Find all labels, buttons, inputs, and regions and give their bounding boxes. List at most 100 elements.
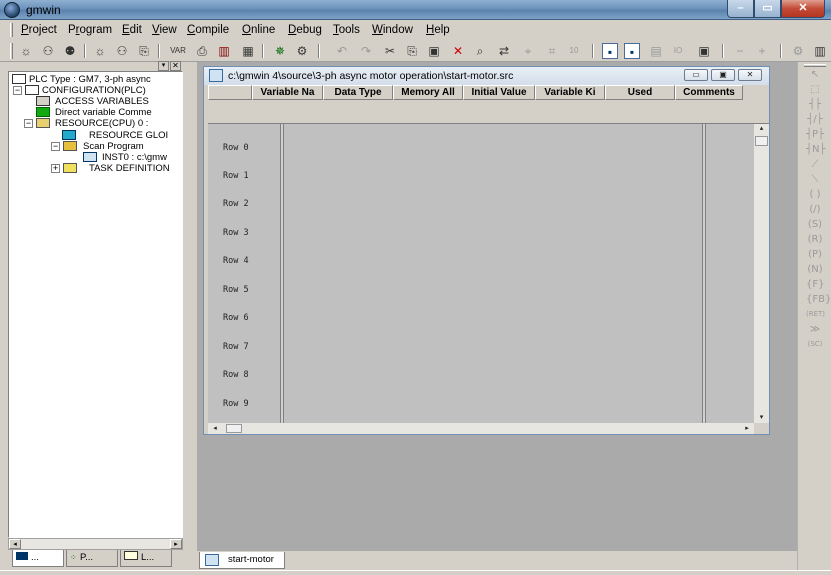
collapse-icon[interactable]: − bbox=[24, 119, 33, 128]
n-coil-icon[interactable]: (N) bbox=[806, 263, 824, 276]
zoom-in-icon[interactable]: + bbox=[754, 43, 770, 59]
open-project-icon[interactable]: ⚇ bbox=[40, 43, 56, 59]
tab-library[interactable]: L... bbox=[120, 550, 172, 567]
coil-icon[interactable]: ( ) bbox=[806, 188, 824, 201]
menu-window[interactable]: Window bbox=[372, 24, 413, 36]
delete-icon[interactable]: ✕ bbox=[450, 43, 466, 59]
tree-item-resource-global[interactable]: RESOURCE GLOI bbox=[89, 130, 168, 141]
dotted-box-icon[interactable]: ⬚ bbox=[806, 83, 824, 96]
menu-edit[interactable]: Edit bbox=[122, 24, 142, 36]
select-arrow-icon[interactable]: ↖ bbox=[806, 68, 824, 81]
editor-vertical-scrollbar[interactable]: ▴ ▾ bbox=[754, 124, 769, 423]
vertical-line-icon[interactable]: ⟍ bbox=[806, 173, 824, 186]
tree-item-direct-variable[interactable]: Direct variable Comme bbox=[55, 107, 152, 118]
tree-item-configuration[interactable]: CONFIGURATION(PLC) bbox=[42, 85, 146, 96]
editor-horizontal-scrollbar[interactable]: ◂ ▸ bbox=[208, 423, 754, 434]
menu-compile[interactable]: Compile bbox=[187, 24, 229, 36]
scroll-left-icon[interactable]: ◂ bbox=[9, 539, 21, 549]
scroll-left-icon[interactable]: ◂ bbox=[210, 423, 220, 434]
zoom-out-icon[interactable]: − bbox=[732, 43, 748, 59]
close-button[interactable]: ✕ bbox=[781, 0, 825, 18]
column-data-type[interactable]: Data Type bbox=[323, 85, 393, 100]
column-comments[interactable]: Comments bbox=[675, 85, 743, 100]
row-label[interactable]: Row 4 bbox=[223, 256, 249, 266]
undo-icon[interactable]: ↶ bbox=[334, 43, 350, 59]
tree-item-resource[interactable]: RESOURCE(CPU) 0 : bbox=[55, 118, 148, 129]
build-icon[interactable]: ⚙ bbox=[294, 43, 310, 59]
tab-parameter[interactable]: ⁘ P... bbox=[66, 550, 118, 567]
row-label[interactable]: Row 9 bbox=[223, 399, 249, 409]
scroll-right-icon[interactable]: ▸ bbox=[742, 423, 752, 434]
insert-row-icon[interactable]: ⌗ bbox=[544, 43, 560, 59]
goto-icon[interactable]: ⌖ bbox=[520, 43, 536, 59]
panel-dropdown-button[interactable]: ▾ bbox=[158, 61, 169, 71]
settings-icon[interactable]: ⚙ bbox=[790, 43, 806, 59]
tree-item-scan-program[interactable]: Scan Program bbox=[83, 141, 144, 152]
message-window-icon[interactable]: ▪ bbox=[624, 43, 640, 59]
editor-restore-button[interactable]: ▣ bbox=[711, 69, 735, 81]
tab-start-motor[interactable]: start-motor bbox=[199, 552, 285, 569]
function-block-icon[interactable]: {FB} bbox=[806, 293, 831, 306]
toolbar-grip[interactable] bbox=[804, 64, 826, 67]
no-contact-icon[interactable]: ┤├ bbox=[806, 98, 824, 111]
renumber-icon[interactable]: 10 bbox=[566, 43, 582, 59]
tree-item-inst0[interactable]: INST0 : c:\gmw bbox=[102, 152, 167, 163]
print-icon[interactable]: ⎙ bbox=[194, 43, 210, 59]
menu-program[interactable]: Program bbox=[68, 24, 112, 36]
replace-icon[interactable]: ⇄ bbox=[496, 43, 512, 59]
variable-icon[interactable]: VAR bbox=[170, 43, 186, 59]
column-variable-kind[interactable]: Variable Ki bbox=[535, 85, 605, 100]
io-icon[interactable]: IO bbox=[670, 43, 686, 59]
vertical-scroll-thumb[interactable] bbox=[755, 136, 768, 146]
expand-icon[interactable]: + bbox=[51, 164, 60, 173]
tree-item-plc-type[interactable]: PLC Type : GM7, 3-ph async bbox=[29, 74, 151, 85]
menu-tools[interactable]: Tools bbox=[333, 24, 360, 36]
menu-debug[interactable]: Debug bbox=[288, 24, 322, 36]
comment-icon[interactable]: (SC) bbox=[806, 338, 824, 351]
menu-project[interactable]: Project bbox=[21, 24, 57, 36]
menu-grip[interactable] bbox=[10, 23, 13, 37]
collapse-icon[interactable]: − bbox=[51, 142, 60, 151]
find-icon[interactable]: ⌕ bbox=[472, 43, 488, 59]
save-program-icon[interactable]: ⎘ bbox=[136, 43, 152, 59]
horizontal-line-icon[interactable]: ⟋ bbox=[806, 158, 824, 171]
row-label[interactable]: Row 8 bbox=[223, 370, 249, 380]
row-label[interactable]: Row 7 bbox=[223, 342, 249, 352]
minimize-button[interactable]: – bbox=[727, 0, 754, 18]
paste-icon[interactable]: ▣ bbox=[426, 43, 442, 59]
library-icon[interactable]: ▥ bbox=[216, 43, 232, 59]
panel-splitter[interactable] bbox=[183, 62, 197, 570]
menu-help[interactable]: Help bbox=[426, 24, 450, 36]
column-variable-name[interactable]: Variable Na bbox=[252, 85, 323, 100]
ladder-icon[interactable]: ▥ bbox=[812, 43, 828, 59]
tree-item-task-definition[interactable]: TASK DEFINITION bbox=[89, 163, 170, 174]
tree-horizontal-scrollbar[interactable]: ◂ ▸ bbox=[8, 538, 183, 550]
horizontal-scroll-thumb[interactable] bbox=[226, 424, 242, 433]
p-coil-icon[interactable]: (P) bbox=[806, 248, 824, 261]
redo-icon[interactable]: ↷ bbox=[358, 43, 374, 59]
copy-icon[interactable]: ⎘ bbox=[404, 43, 420, 59]
tree-item-access-variables[interactable]: ACCESS VARIABLES bbox=[55, 96, 149, 107]
collapse-icon[interactable]: − bbox=[13, 86, 22, 95]
row-label[interactable]: Row 5 bbox=[223, 285, 249, 295]
project-window-icon[interactable]: ▪ bbox=[602, 43, 618, 59]
row-label[interactable]: Row 3 bbox=[223, 228, 249, 238]
return-icon[interactable]: (RET) bbox=[806, 308, 825, 321]
open-program-icon[interactable]: ⚇ bbox=[114, 43, 130, 59]
function-icon[interactable]: {F} bbox=[806, 278, 824, 291]
p-contact-icon[interactable]: ┤P├ bbox=[806, 128, 824, 141]
column-memory-allocation[interactable]: Memory All bbox=[393, 85, 463, 100]
toolbar-grip[interactable] bbox=[10, 43, 13, 59]
reset-coil-icon[interactable]: (R) bbox=[806, 233, 824, 246]
editor-minimize-button[interactable]: ▭ bbox=[684, 69, 708, 81]
editor-close-button[interactable]: ✕ bbox=[738, 69, 762, 81]
tab-project[interactable]: ... bbox=[12, 550, 64, 567]
scroll-up-icon[interactable]: ▴ bbox=[754, 124, 769, 134]
scroll-down-icon[interactable]: ▾ bbox=[754, 413, 769, 423]
save-project-icon[interactable]: ⚉ bbox=[62, 43, 78, 59]
menu-online[interactable]: Online bbox=[242, 24, 275, 36]
editor-title-bar[interactable]: c:\gmwin 4\source\3-ph async motor opera… bbox=[204, 67, 769, 85]
cut-icon[interactable]: ✂ bbox=[382, 43, 398, 59]
panel-close-button[interactable]: ✕ bbox=[170, 61, 181, 71]
compile-icon[interactable]: ✵ bbox=[272, 43, 288, 59]
